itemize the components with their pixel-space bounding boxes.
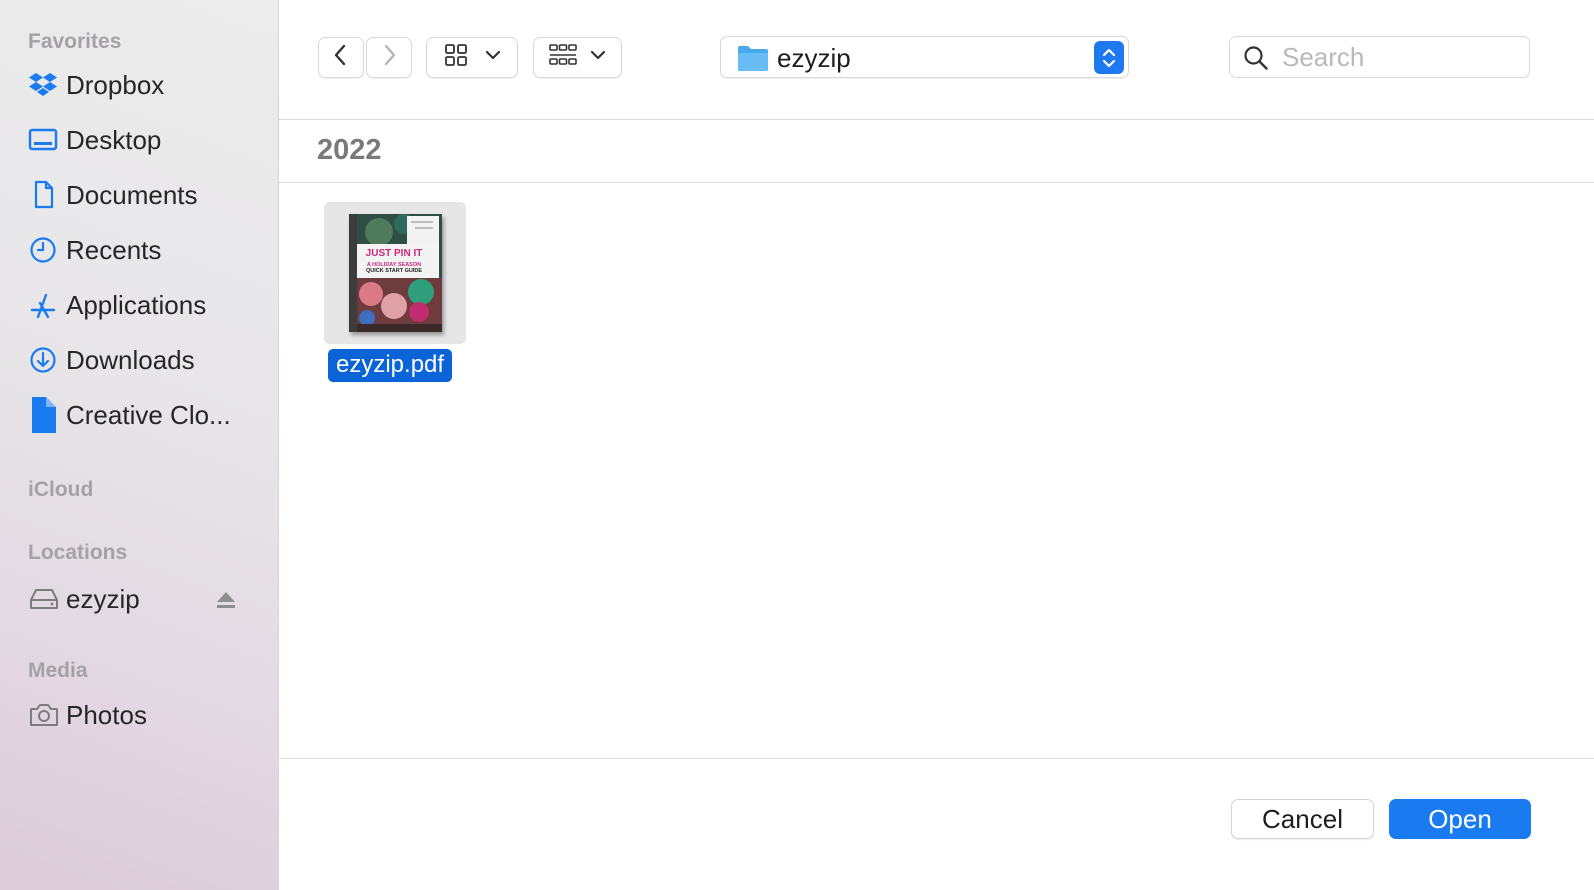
drive-icon — [28, 582, 66, 616]
chevron-left-icon — [331, 43, 351, 72]
file-item-ezyzip-pdf[interactable]: JUST PIN IT A HOLIDAY SEASON QUICK START… — [324, 202, 470, 382]
camera-icon — [28, 698, 66, 732]
file-thumbnail: JUST PIN IT A HOLIDAY SEASON QUICK START… — [324, 202, 466, 344]
path-label: ezyzip — [777, 43, 851, 73]
folder-icon — [737, 43, 769, 78]
sidebar-section-icloud: iCloud — [28, 478, 94, 501]
sidebar-item-label: Applications — [66, 289, 207, 320]
sidebar-item-recents[interactable]: Recents — [28, 228, 260, 272]
file-name-label: ezyzip.pdf — [328, 349, 453, 382]
sidebar-item-photos[interactable]: Photos — [28, 693, 260, 737]
back-button[interactable] — [318, 37, 364, 78]
view-mode-button[interactable] — [426, 37, 518, 78]
sidebar-item-applications[interactable]: Applications — [28, 283, 260, 327]
toolbar: ezyzip — [279, 0, 1594, 120]
chevron-down-icon — [589, 48, 607, 67]
group-header-label: 2022 — [317, 134, 382, 166]
chevron-right-icon — [379, 43, 399, 72]
dialog-footer: Cancel Open — [279, 758, 1594, 890]
desktop-icon — [28, 123, 66, 157]
sidebar-item-label: Recents — [66, 234, 162, 265]
sidebar-item-creative-cloud[interactable]: Creative Clo... — [28, 393, 260, 437]
sidebar-item-dropbox[interactable]: Dropbox — [28, 63, 260, 107]
sidebar-section-media: Media — [28, 659, 88, 682]
updown-chevron-icon — [1094, 41, 1124, 74]
sidebar-item-label: Dropbox — [66, 69, 165, 100]
sidebar-item-desktop[interactable]: Desktop — [28, 118, 260, 162]
clock-icon — [28, 233, 66, 267]
sidebar-item-label: Documents — [66, 179, 198, 210]
search-input[interactable] — [1282, 41, 1522, 74]
chevron-down-icon — [484, 48, 502, 67]
search-icon — [1243, 45, 1269, 76]
sidebar-item-label: Creative Clo... — [66, 399, 231, 430]
sidebar-item-label: Photos — [66, 699, 147, 730]
sidebar-item-label: Desktop — [66, 124, 162, 155]
sidebar: Favorites Dropbox Desktop Documents Rece… — [0, 0, 279, 890]
group-grid-icon — [548, 42, 578, 73]
cover-subtitle-2: QUICK START GUIDE — [365, 268, 421, 274]
cover-title: JUST PIN IT — [365, 248, 422, 259]
pdf-cover-image: JUST PIN IT A HOLIDAY SEASON QUICK START… — [348, 214, 442, 332]
main-pane: ezyzip 2022 — [279, 0, 1594, 890]
file-icon — [28, 397, 66, 433]
sidebar-item-documents[interactable]: Documents — [28, 173, 260, 217]
document-icon — [28, 178, 66, 212]
search-field[interactable] — [1229, 36, 1530, 78]
grid-icon — [443, 42, 469, 73]
applications-icon — [28, 288, 66, 322]
sidebar-item-label: Downloads — [66, 344, 195, 375]
open-button[interactable]: Open — [1389, 799, 1531, 839]
path-popup[interactable]: ezyzip — [720, 36, 1129, 78]
eject-icon[interactable] — [215, 588, 237, 612]
cancel-button[interactable]: Cancel — [1231, 799, 1374, 839]
group-header: 2022 — [279, 120, 1594, 183]
sidebar-item-downloads[interactable]: Downloads — [28, 338, 260, 382]
group-by-button[interactable] — [533, 37, 622, 78]
download-icon — [28, 343, 66, 377]
sidebar-section-favorites: Favorites — [28, 30, 122, 53]
sidebar-item-label: ezyzip — [66, 583, 140, 614]
forward-button[interactable] — [366, 37, 412, 78]
sidebar-section-locations: Locations — [28, 541, 128, 564]
dropbox-icon — [28, 68, 66, 102]
